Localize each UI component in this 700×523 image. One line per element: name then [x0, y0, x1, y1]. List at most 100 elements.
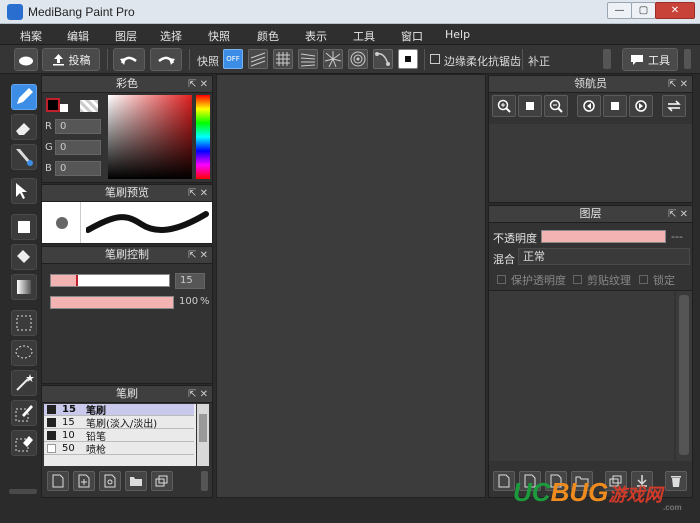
fill-brush-tool[interactable]: [11, 144, 37, 170]
g-label: G: [45, 142, 53, 153]
lock-checkbox[interactable]: [639, 275, 648, 284]
brush-list-scrollbar[interactable]: [197, 404, 209, 466]
maximize-button[interactable]: ▢: [631, 2, 656, 19]
snap-curve-button[interactable]: [373, 49, 393, 69]
snap-grid-button[interactable]: [273, 49, 293, 69]
correction-slider[interactable]: [603, 49, 611, 69]
blend-mode-select[interactable]: 正常: [518, 248, 690, 265]
cloud-button[interactable]: [14, 48, 38, 71]
close-button[interactable]: ✕: [655, 2, 695, 19]
canvas-area[interactable]: [216, 74, 486, 498]
panel-close-icon[interactable]: ⇱ ✕: [668, 207, 688, 223]
flip-horizontal-button[interactable]: [662, 95, 686, 117]
brush-size-handle[interactable]: [76, 275, 78, 286]
open-brush-button[interactable]: [125, 471, 147, 491]
menu-file[interactable]: 档案: [20, 28, 42, 44]
watermark-part2: BUG: [550, 477, 609, 507]
select-pen-tool[interactable]: [11, 400, 37, 426]
hue-slider[interactable]: [196, 95, 210, 179]
snap-radial-button[interactable]: [323, 49, 343, 69]
eraser-tool[interactable]: [11, 114, 37, 140]
rotate-left-button[interactable]: [577, 95, 601, 117]
gradient-tool[interactable]: [11, 274, 37, 300]
panel-close-icon[interactable]: ⇱ ✕: [188, 387, 208, 403]
post-button[interactable]: 投稿: [42, 48, 100, 71]
reset-rotation-button[interactable]: [603, 95, 627, 117]
snap-settings-button[interactable]: [398, 49, 418, 69]
r-input[interactable]: 0: [55, 119, 101, 134]
brush-control-header: 笔刷控制 ⇱ ✕: [42, 247, 212, 264]
brush-opacity-unit: %: [200, 296, 210, 307]
snap-off-toggle[interactable]: OFF: [223, 49, 243, 69]
brush-stroke-sample: [86, 211, 209, 233]
tool-column-handle[interactable]: [9, 489, 37, 494]
actual-size-button[interactable]: [518, 95, 542, 117]
brush-item[interactable]: 10 铅笔: [44, 430, 194, 443]
panel-close-icon[interactable]: ⇱ ✕: [188, 248, 208, 264]
tools-button[interactable]: 工具: [622, 48, 678, 71]
menu-tools[interactable]: 工具: [353, 28, 375, 44]
duplicate-brush-button[interactable]: [151, 471, 173, 491]
select-rect-tool[interactable]: [11, 310, 37, 336]
protect-alpha-checkbox[interactable]: [497, 275, 506, 284]
clip-checkbox[interactable]: [573, 275, 582, 284]
toolbar-divider: [522, 49, 523, 70]
zoom-in-button[interactable]: [492, 95, 516, 117]
layer-list-scrollbar[interactable]: [676, 291, 692, 461]
pen-tool[interactable]: [11, 84, 37, 110]
undo-button[interactable]: [113, 48, 145, 71]
toolbar-scroll-handle[interactable]: [684, 49, 691, 69]
brush-size-input[interactable]: 15: [175, 273, 205, 289]
antialias-checkbox[interactable]: [430, 54, 440, 64]
layer-scroll-thumb[interactable]: [679, 295, 689, 455]
zoom-out-button[interactable]: [544, 95, 568, 117]
delete-layer-button[interactable]: [665, 471, 687, 491]
saturation-value-picker[interactable]: [108, 95, 192, 179]
b-input[interactable]: 0: [55, 161, 101, 176]
add-brush-button[interactable]: [73, 471, 95, 491]
zoom-in-icon: [497, 99, 511, 113]
minimize-button[interactable]: —: [607, 2, 632, 19]
layer-opacity-slider[interactable]: [541, 230, 666, 243]
snap-circle-button[interactable]: [348, 49, 368, 69]
brush-size-slider[interactable]: [50, 274, 170, 287]
menu-color[interactable]: 颜色: [257, 28, 279, 44]
menu-select[interactable]: 选择: [160, 28, 182, 44]
brush-opacity-slider[interactable]: [50, 296, 174, 309]
transparent-color-swatch[interactable]: [80, 100, 98, 112]
new-layer-button[interactable]: [493, 471, 515, 491]
brush-opacity-value: 100: [179, 296, 199, 307]
magic-wand-tool[interactable]: [11, 370, 37, 396]
select-eraser-tool[interactable]: [11, 430, 37, 456]
menu-layer[interactable]: 图层: [115, 28, 137, 44]
grid-icon: [276, 52, 290, 66]
brush-item[interactable]: 15 笔刷(淡入/淡出): [44, 417, 194, 430]
bucket-tool[interactable]: [11, 244, 37, 270]
menu-edit[interactable]: 编辑: [67, 28, 89, 44]
redo-button[interactable]: [150, 48, 182, 71]
snap-perspective-button[interactable]: [298, 49, 318, 69]
panel-close-icon[interactable]: ⇱ ✕: [668, 77, 688, 93]
menu-help[interactable]: Help: [445, 28, 470, 41]
lasso-tool[interactable]: [11, 340, 37, 366]
new-brush-button[interactable]: [47, 471, 69, 491]
background-color-swatch[interactable]: [60, 104, 68, 112]
brush-toolbar-handle[interactable]: [201, 471, 208, 491]
rotate-right-button[interactable]: [629, 95, 653, 117]
foreground-color-swatch[interactable]: [46, 98, 60, 112]
menu-window[interactable]: 窗口: [401, 28, 423, 44]
toolbar-divider: [107, 49, 108, 70]
g-input[interactable]: 0: [55, 140, 101, 155]
panel-close-icon[interactable]: ⇱ ✕: [188, 186, 208, 202]
snap-parallel-button[interactable]: [248, 49, 268, 69]
copy-brush-button[interactable]: [99, 471, 121, 491]
brush-item[interactable]: 50 喷枪: [44, 443, 194, 456]
pen-icon: [17, 88, 33, 104]
menu-view[interactable]: 表示: [305, 28, 327, 44]
brush-size: 15: [62, 404, 76, 415]
panel-close-icon[interactable]: ⇱ ✕: [188, 77, 208, 93]
shape-tool[interactable]: [11, 214, 37, 240]
menu-snap[interactable]: 快照: [208, 28, 230, 44]
brush-list-scroll-thumb[interactable]: [199, 414, 207, 442]
move-tool[interactable]: [11, 178, 37, 204]
